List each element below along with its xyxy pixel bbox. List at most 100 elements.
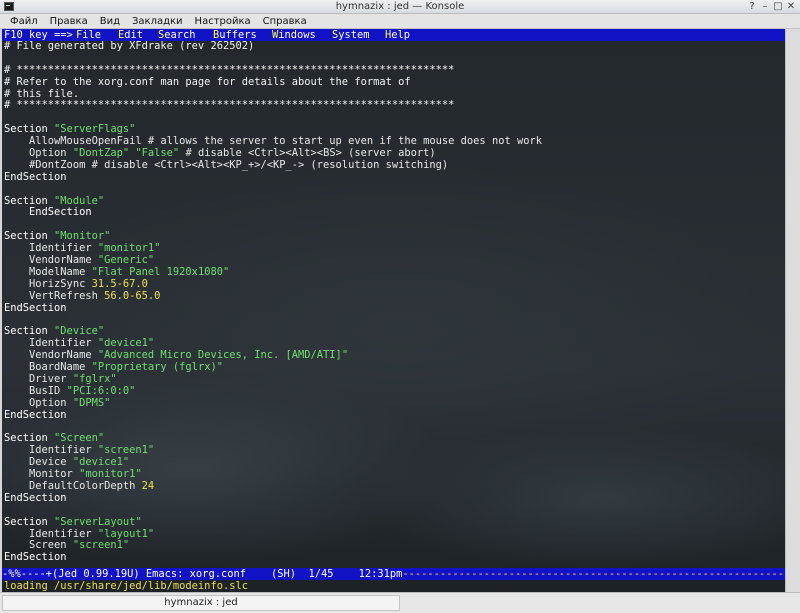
buffer-line: EndSection	[4, 170, 784, 184]
buffer-line: # Refer to the xorg.conf man page for de…	[4, 75, 784, 89]
buffer-token-str: "screen1"	[72, 539, 130, 552]
buffer-token-text: Option	[4, 396, 73, 409]
buffer-line: BoardName "Proprietary (fglrx)"	[4, 361, 784, 374]
jed-menu-windows[interactable]: Windows	[272, 29, 316, 41]
buffer-token-text: VertRefresh	[4, 289, 105, 302]
buffer-token-kw: Section	[4, 194, 55, 207]
menu-view[interactable]: Вид	[94, 14, 126, 29]
status-text: -%%----+(Jed 0.99.19U) Emacs: xorg.conf …	[2, 568, 403, 580]
buffer-line: DefaultColorDepth 24	[4, 479, 784, 493]
terminal-scrollbar[interactable]	[785, 29, 800, 592]
menu-settings[interactable]: Настройка	[189, 14, 257, 29]
buffer-line: EndSection	[4, 551, 784, 564]
buffer-token-str: "device1"	[72, 456, 130, 469]
terminal-view[interactable]: F10 key ==> File Edit Search Buffers Win…	[2, 29, 785, 592]
buffer-line: BusID "PCI:6:0:0"	[4, 384, 784, 398]
buffer-line	[4, 422, 784, 434]
jed-menu-system[interactable]: System	[332, 29, 370, 41]
buffer-token-str: "PCI:6:0:0"	[66, 384, 136, 397]
buffer-line: Section "Module"	[4, 194, 784, 208]
buffer-token-text: Option	[4, 147, 73, 160]
window-titlebar: hymnazix : jed — Konsole ? – □ ✕	[0, 0, 800, 14]
menu-edit[interactable]: Правка	[44, 14, 94, 29]
buffer-token-text: #DontZoom # disable <Ctrl><Alt><KP_+>/<K…	[4, 158, 449, 171]
buffer-token-str: "device1"	[97, 337, 155, 350]
buffer-line: VertRefresh 56.0-65.0	[4, 289, 784, 303]
buffer-token-str: "Flat Panel 1920x1080"	[91, 265, 230, 278]
buffer-line: Screen "screen1"	[4, 539, 784, 552]
buffer-token-str: "Monitor"	[54, 230, 111, 243]
taskbar-tab-konsole[interactable]: hymnazix : jed	[2, 595, 400, 611]
buffer-token-str: "ServerFlags"	[54, 123, 136, 136]
buffer-token-text: # disable <Ctrl><Alt><BS> (server abort)	[179, 147, 436, 160]
buffer-token-kw: Section	[4, 325, 55, 338]
buffer-token-text: Driver	[4, 372, 73, 385]
maximize-button[interactable]: □	[772, 1, 784, 13]
buffer-token-str: "Screen"	[54, 432, 105, 445]
buffer-token-text: BusID	[4, 384, 67, 397]
buffer-token-text: ModelName	[4, 265, 92, 278]
buffer-token-text: DefaultColorDepth	[4, 479, 142, 492]
buffer-token-text: VendorName	[4, 254, 98, 267]
konsole-menubar: Файл Правка Вид Закладки Настройка Справка	[0, 14, 800, 29]
buffer-line	[4, 314, 784, 326]
buffer-token-text: Identifier	[4, 242, 98, 255]
buffer-token-text: VendorName	[4, 349, 98, 362]
buffer-token-str: "ServerLayout"	[54, 515, 142, 528]
minibuffer-message: loading /usr/share/jed/lib/modeinfo.slc	[4, 580, 248, 592]
buffer-token-text: Screen	[4, 539, 73, 552]
buffer-line: Option "DPMS"	[4, 396, 784, 410]
buffer-token-str: "screen1"	[97, 444, 155, 457]
buffer-token-kw: Section	[4, 432, 55, 445]
buffer-token-text: Identifier	[4, 527, 98, 540]
jed-status-line: -%%----+(Jed 0.99.19U) Emacs: xorg.conf …	[2, 568, 785, 580]
buffer-token-comment: # **************************************…	[4, 63, 455, 76]
buffer-line: #DontZoom # disable <Ctrl><Alt><KP_+>/<K…	[4, 158, 784, 172]
buffer-token-kw: Section	[4, 230, 55, 243]
buffer-token-kw: Section	[4, 515, 55, 528]
buffer-token-str: "layout1"	[97, 527, 155, 540]
jed-menu-help[interactable]: Help	[385, 29, 410, 41]
buffer-token-comment: # Refer to the xorg.conf man page for de…	[4, 75, 411, 88]
buffer-line: EndSection	[4, 409, 784, 422]
buffer-token-num: 56.0-65.0	[104, 289, 161, 302]
buffer-token-num: 24	[141, 479, 155, 492]
buffer-token-text: BoardName	[4, 361, 92, 374]
close-button[interactable]: ✕	[785, 1, 797, 13]
status-fill: ----------------------------------------…	[402, 568, 785, 580]
buffer-token-kw: EndSection	[4, 170, 67, 183]
buffer-token-str: "DontZap" "False"	[72, 147, 180, 160]
buffer-token-kw: EndSection	[4, 551, 67, 564]
buffer-line: # **************************************…	[4, 100, 784, 112]
buffer-token-str: "Generic"	[97, 254, 155, 267]
buffer-token-num: 31.5-67.0	[91, 277, 148, 290]
buffer-token-text: Identifier	[4, 444, 98, 457]
buffer-token-text: Monitor	[4, 468, 80, 481]
menu-file[interactable]: Файл	[4, 14, 44, 29]
buffer-token-kw: EndSection	[4, 491, 67, 504]
buffer-token-text: HorizSync	[4, 277, 92, 290]
buffer-token-str: "fglrx"	[72, 372, 117, 385]
buffer-token-text: Identifier	[4, 337, 98, 350]
window-title: hymnazix : jed — Konsole	[335, 1, 465, 12]
menu-help[interactable]: Справка	[257, 14, 313, 29]
buffer-line: EndSection	[4, 491, 784, 505]
buffer-line	[4, 219, 784, 231]
editor-buffer[interactable]: # File generated by XFdrake (rev 262502)…	[4, 40, 784, 564]
buffer-token-comment: # this file.	[4, 87, 80, 100]
buffer-token-kw: Section	[4, 123, 55, 136]
buffer-token-kw: EndSection	[4, 206, 92, 219]
minimize-button[interactable]: –	[759, 1, 771, 13]
help-button[interactable]: ?	[746, 1, 758, 13]
buffer-token-kw: EndSection	[4, 301, 67, 314]
buffer-token-comment: # File generated by XFdrake (rev 262502)	[4, 40, 255, 52]
buffer-token-str: "monitor1"	[79, 468, 142, 481]
buffer-token-str: "Module"	[54, 194, 105, 207]
buffer-line: # File generated by XFdrake (rev 262502)	[4, 40, 784, 53]
menu-bookmarks[interactable]: Закладки	[126, 14, 189, 29]
buffer-token-str: "Advanced Micro Devices, Inc. [AMD/ATI]"	[97, 349, 349, 362]
buffer-token-text: Device	[4, 456, 73, 469]
buffer-token-str: "Device"	[54, 325, 105, 338]
buffer-line	[4, 184, 784, 196]
buffer-line: EndSection	[4, 301, 784, 315]
